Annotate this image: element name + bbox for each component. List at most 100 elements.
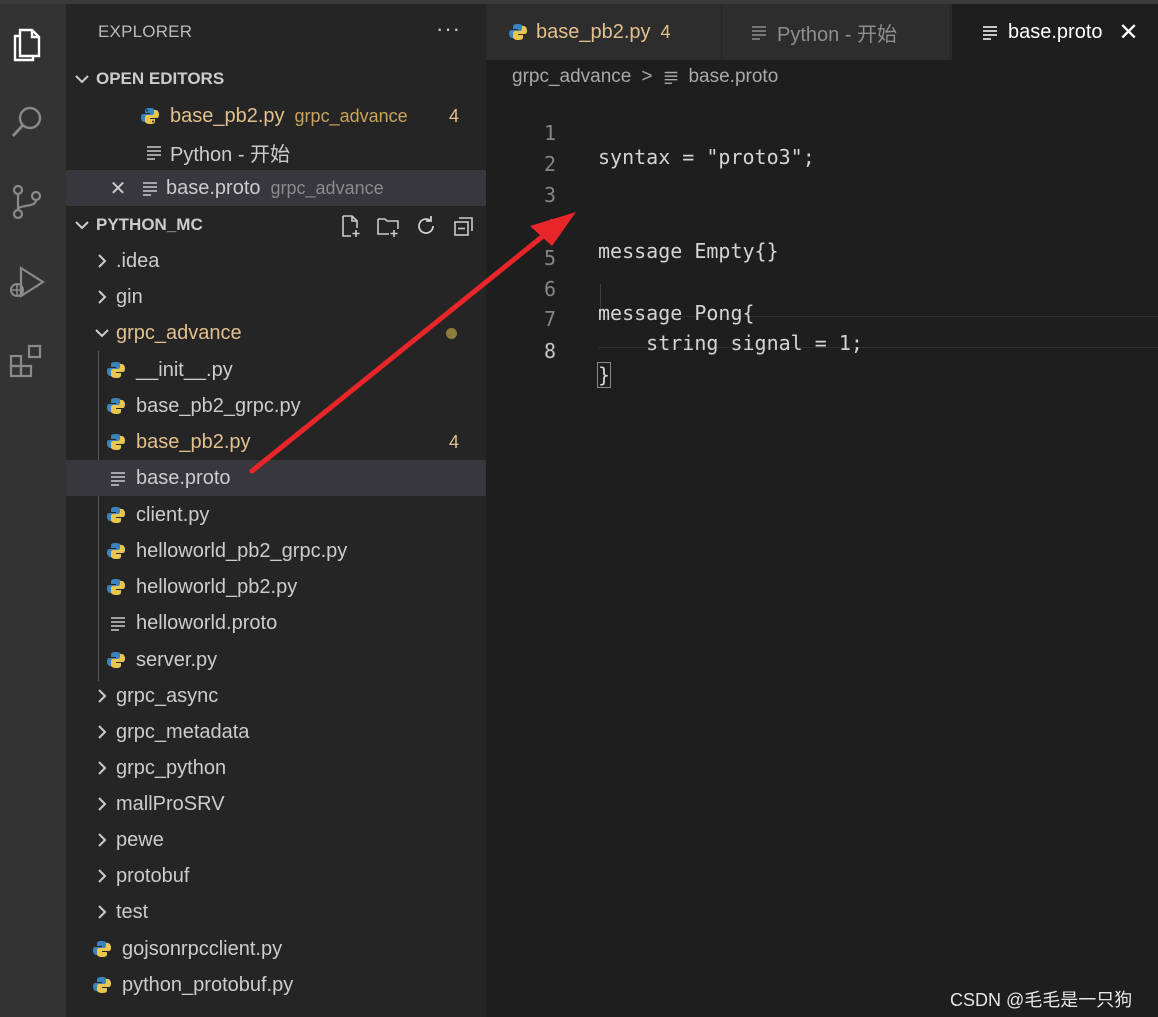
- file-label: server.py: [136, 648, 218, 671]
- open-editors-section[interactable]: OPEN EDITORS: [66, 61, 486, 97]
- file-label: helloworld_pb2.py: [136, 575, 298, 598]
- file-row[interactable]: python_protobuf.py: [66, 967, 486, 1003]
- run-debug-icon[interactable]: [5, 260, 49, 304]
- python-icon: [106, 396, 126, 416]
- file-row[interactable]: helloworld.proto: [66, 605, 486, 641]
- tab-python-start[interactable]: Python - 开始: [723, 4, 951, 60]
- search-icon[interactable]: [5, 100, 49, 144]
- python-icon: [106, 650, 126, 670]
- open-editor-folder: grpc_advance: [294, 105, 408, 126]
- folder-row[interactable]: .idea: [66, 243, 486, 279]
- explorer-title: EXPLORER: [98, 22, 193, 41]
- text-file-icon: [108, 468, 128, 488]
- folder-label: mallProSRV: [116, 792, 225, 815]
- text-file-icon: [980, 22, 1000, 42]
- open-editor-item[interactable]: Python - 开始: [66, 134, 486, 170]
- file-row[interactable]: helloworld_pb2.py: [66, 569, 486, 605]
- python-icon: [92, 975, 112, 995]
- line-number: 8: [543, 339, 556, 363]
- python-icon: [140, 106, 160, 126]
- folder-label: pewe: [116, 828, 164, 851]
- files-icon[interactable]: [5, 22, 49, 66]
- folder-row[interactable]: gin: [66, 279, 486, 315]
- refresh-icon[interactable]: [412, 212, 440, 240]
- more-actions-icon[interactable]: ···: [436, 16, 461, 42]
- python-icon: [106, 360, 126, 380]
- new-folder-icon[interactable]: [374, 212, 402, 240]
- file-row[interactable]: base_pb2_grpc.py: [66, 388, 486, 424]
- file-row[interactable]: base_pb2.py 4: [66, 424, 486, 460]
- folder-row[interactable]: pewe: [66, 822, 486, 858]
- explorer-header: EXPLORER ···: [66, 4, 486, 60]
- open-editor-item[interactable]: ✕ base.proto grpc_advance: [66, 170, 486, 206]
- file-row[interactable]: helloworld_pb2_grpc.py: [66, 533, 486, 569]
- activity-bar: [0, 4, 66, 1017]
- file-label: python_protobuf.py: [122, 973, 294, 996]
- preview-icon: [749, 22, 769, 42]
- python-icon: [106, 432, 126, 452]
- code-line: 3: [486, 159, 1158, 207]
- preview-icon: [144, 142, 164, 162]
- folder-row[interactable]: protobuf: [66, 858, 486, 894]
- tab-base-proto[interactable]: base.proto ✕: [952, 4, 1158, 60]
- close-icon[interactable]: ✕: [108, 176, 128, 201]
- python-icon: [106, 541, 126, 561]
- open-editor-name: base_pb2.py: [170, 104, 285, 127]
- folder-label: gin: [116, 285, 143, 308]
- file-label: helloworld_pb2_grpc.py: [136, 539, 348, 562]
- problem-count-badge: 4: [449, 431, 460, 452]
- code-line: 4 message Empty{}: [486, 191, 1158, 263]
- code-line: 5: [486, 222, 1158, 270]
- python-icon: [92, 939, 112, 959]
- open-editor-item[interactable]: base_pb2.py grpc_advance 4: [66, 98, 486, 134]
- extensions-icon[interactable]: [5, 338, 49, 382]
- breadcrumb-file[interactable]: base.proto: [688, 66, 778, 88]
- chevron-down-icon: [72, 69, 92, 89]
- folder-row[interactable]: grpc_python: [66, 750, 486, 786]
- file-label: client.py: [136, 503, 210, 526]
- code-text: }: [596, 362, 612, 388]
- folder-row[interactable]: grpc_metadata: [66, 714, 486, 750]
- source-control-icon[interactable]: [5, 180, 49, 224]
- close-icon[interactable]: ✕: [1119, 18, 1139, 47]
- tab-label: Python - 开始: [777, 23, 898, 46]
- folder-label: grpc_advance: [116, 321, 242, 344]
- open-editor-name: Python - 开始: [170, 143, 291, 166]
- folder-label: test: [116, 900, 149, 923]
- text-file-icon: [140, 178, 160, 198]
- open-editors-label: OPEN EDITORS: [96, 69, 225, 88]
- breadcrumb-separator-icon: >: [641, 66, 653, 87]
- chevron-right-icon: [92, 287, 112, 307]
- new-file-icon[interactable]: [336, 212, 364, 240]
- file-row-selected[interactable]: base.proto: [66, 460, 486, 496]
- workspace-label: PYTHON_MC: [96, 215, 203, 234]
- breadcrumb-folder[interactable]: grpc_advance: [512, 66, 631, 88]
- workspace-section[interactable]: PYTHON_MC: [66, 207, 486, 243]
- folder-label: protobuf: [116, 864, 190, 887]
- collapse-all-icon[interactable]: [450, 212, 478, 240]
- explorer-toolbar: [336, 212, 478, 240]
- python-icon: [106, 505, 126, 525]
- open-editor-name: base.proto: [166, 176, 261, 199]
- file-row[interactable]: __init__.py: [66, 352, 486, 388]
- code-line: 6 message Pong{: [486, 253, 1158, 325]
- python-icon: [508, 22, 528, 42]
- file-row[interactable]: server.py: [66, 642, 486, 678]
- tab-label: base.proto: [1008, 20, 1103, 43]
- tab-base-pb2[interactable]: base_pb2.py 4: [486, 4, 722, 60]
- folder-row[interactable]: test: [66, 894, 486, 930]
- chevron-right-icon: [92, 902, 112, 922]
- folder-label: grpc_metadata: [116, 720, 250, 743]
- file-label: gojsonrpcclient.py: [122, 937, 283, 960]
- file-row[interactable]: gojsonrpcclient.py: [66, 931, 486, 967]
- code-line: 1 syntax = "proto3";: [486, 97, 1158, 169]
- chevron-right-icon: [92, 686, 112, 706]
- open-editor-folder: grpc_advance: [270, 177, 384, 198]
- chevron-right-icon: [92, 830, 112, 850]
- file-row[interactable]: client.py: [66, 497, 486, 533]
- folder-row[interactable]: mallProSRV: [66, 786, 486, 822]
- folder-row[interactable]: grpc_advance: [66, 315, 486, 351]
- file-label: base.proto: [136, 466, 231, 489]
- code-line: 2: [486, 128, 1158, 176]
- folder-row[interactable]: grpc_async: [66, 678, 486, 714]
